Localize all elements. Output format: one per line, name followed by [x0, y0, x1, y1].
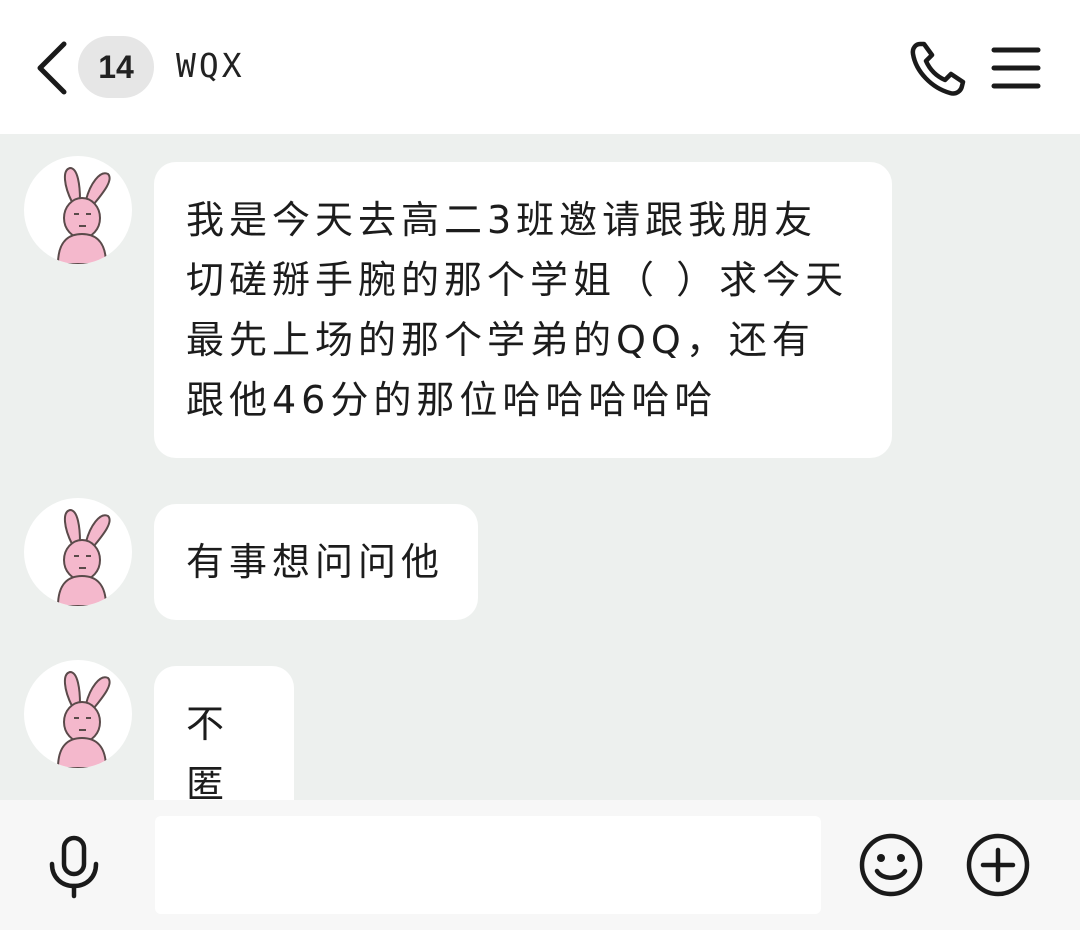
message-list[interactable]: 我是今天去高二3班邀请跟我朋友 切磋掰手腕的那个学姐（ ）求今天 最先上场的那个… [0, 134, 1080, 842]
pink-rabbit-avatar-icon [56, 670, 111, 768]
message-input[interactable] [155, 816, 821, 914]
message-bubble[interactable]: 我是今天去高二3班邀请跟我朋友 切磋掰手腕的那个学姐（ ）求今天 最先上场的那个… [154, 162, 892, 458]
chevron-left-icon [37, 41, 67, 95]
input-bar [0, 800, 1080, 930]
message-line: 不匿 [186, 702, 230, 806]
phone-icon [910, 41, 966, 96]
message-line: 切磋掰手腕的那个学姐（ ）求今天 [186, 258, 849, 302]
sender-avatar[interactable] [24, 156, 132, 264]
smiley-icon [859, 833, 923, 897]
message-line: 跟他46分的那位哈哈哈哈哈 [186, 378, 718, 422]
pink-rabbit-avatar-icon [56, 508, 111, 606]
sender-avatar[interactable] [24, 498, 132, 606]
pink-rabbit-avatar-icon [56, 166, 111, 264]
message-line: 有事想问问他 [186, 540, 445, 584]
message-bubble[interactable]: 有事想问问他 [154, 504, 478, 620]
emoji-button[interactable] [858, 832, 924, 898]
call-button[interactable] [906, 38, 968, 100]
hamburger-menu-icon [991, 47, 1041, 89]
microphone-icon [49, 835, 99, 899]
menu-button[interactable] [990, 44, 1042, 92]
contact-name: WQX [176, 46, 245, 85]
back-button[interactable] [30, 38, 76, 98]
voice-button[interactable] [44, 834, 104, 900]
message-line: 最先上场的那个学弟的QQ，还有 [186, 318, 815, 362]
more-options-button[interactable] [965, 832, 1031, 898]
message-line: 我是今天去高二3班邀请跟我朋友 [186, 198, 818, 242]
plus-circle-icon [966, 833, 1030, 897]
sender-avatar[interactable] [24, 660, 132, 768]
chat-header: 14 WQX [0, 0, 1080, 134]
unread-count-badge[interactable]: 14 [78, 36, 154, 98]
